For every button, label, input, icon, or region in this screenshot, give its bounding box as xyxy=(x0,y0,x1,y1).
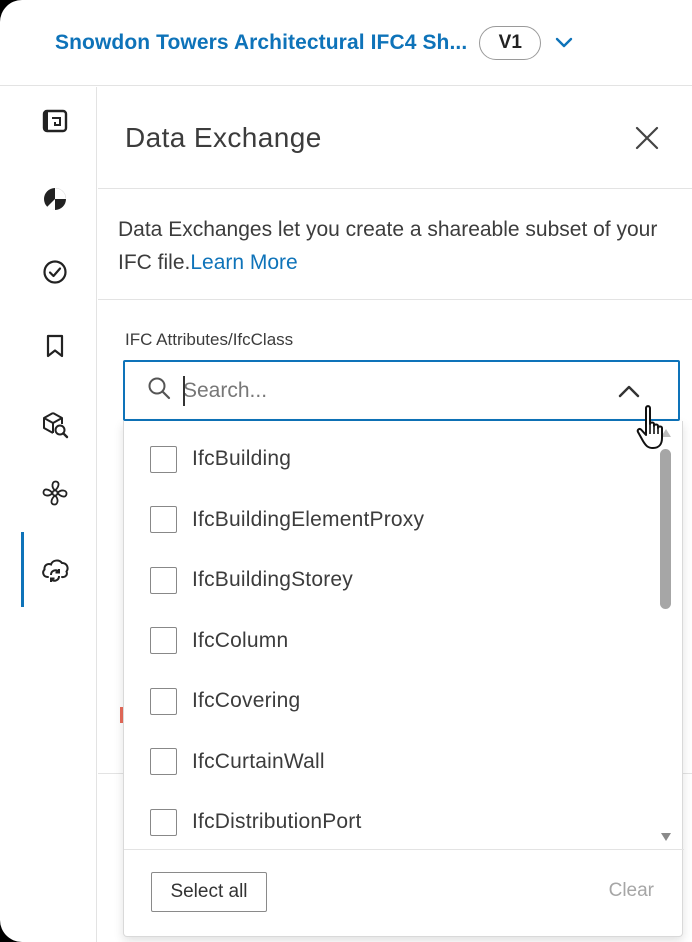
option-label: IfcColumn xyxy=(192,628,289,652)
model-title[interactable]: Snowdon Towers Architectural IFC4 Sh... xyxy=(55,31,467,55)
checkbox[interactable] xyxy=(150,687,177,715)
checkbox[interactable] xyxy=(150,748,177,775)
active-indicator xyxy=(21,532,24,607)
dropdown-footer: Select all Clear xyxy=(124,849,684,937)
option-label: IfcCovering xyxy=(192,689,301,712)
search-input[interactable] xyxy=(183,378,563,403)
checkbox[interactable] xyxy=(150,506,177,533)
text-caret xyxy=(183,376,185,406)
search-icon xyxy=(147,376,171,405)
option-list: IfcBuilding IfcBuildingElementProxy IfcB… xyxy=(124,421,654,849)
checkbox[interactable] xyxy=(150,808,177,836)
sheets-icon xyxy=(42,108,68,139)
select-all-button[interactable]: Select all xyxy=(151,872,267,912)
app-window: Snowdon Towers Architectural IFC4 Sh... … xyxy=(0,0,692,942)
option-ifcdistributionport[interactable]: IfcDistributionPort xyxy=(150,792,362,849)
option-label: IfcBuilding xyxy=(192,447,292,470)
chevron-down-icon[interactable] xyxy=(551,30,577,56)
learn-more-link[interactable]: Learn More xyxy=(190,251,297,274)
option-label: IfcDistributionPort xyxy=(192,810,362,833)
bookmark-icon xyxy=(42,333,68,364)
checkbox[interactable] xyxy=(150,566,177,594)
rail-button-model-browser[interactable] xyxy=(33,179,77,223)
option-ifcbuildingstorey[interactable]: IfcBuildingStorey xyxy=(150,550,353,610)
panel-title: Data Exchange xyxy=(125,121,322,153)
dropdown-scrollbar[interactable] xyxy=(658,429,674,841)
ifc-class-dropdown: IfcBuilding IfcBuildingElementProxy IfcB… xyxy=(123,421,684,937)
option-label: IfcBuildingStorey xyxy=(192,568,353,591)
ifc-class-label: IFC Attributes/IfcClass xyxy=(125,330,294,349)
tool-rail xyxy=(0,87,97,942)
scroll-thumb[interactable] xyxy=(660,449,671,609)
rail-button-model-search[interactable] xyxy=(33,405,77,449)
rail-button-fan[interactable] xyxy=(33,473,77,517)
data-exchange-panel: Data Exchange Data Exchanges let you cre… xyxy=(98,87,692,942)
rail-button-sheets[interactable] xyxy=(33,101,77,145)
model-search-icon xyxy=(41,411,69,444)
ifc-class-search[interactable] xyxy=(123,360,680,421)
version-badge[interactable]: V1 xyxy=(479,25,542,60)
intro-text: Data Exchanges let you create a shareabl… xyxy=(98,189,692,300)
option-ifccurtainwall[interactable]: IfcCurtainWall xyxy=(150,732,325,792)
model-browser-icon xyxy=(42,186,68,217)
checkbox[interactable] xyxy=(150,445,177,473)
fan-icon xyxy=(41,479,69,512)
option-ifccovering[interactable]: IfcCovering xyxy=(150,671,300,731)
option-ifcbuildingelementproxy[interactable]: IfcBuildingElementProxy xyxy=(150,490,424,550)
option-ifcbuilding[interactable]: IfcBuilding xyxy=(150,429,291,489)
scroll-down-arrow-icon[interactable] xyxy=(661,833,671,841)
hand-cursor-icon xyxy=(634,404,674,454)
panel-header: Data Exchange xyxy=(98,87,692,189)
data-exchange-icon xyxy=(40,556,70,589)
close-icon[interactable] xyxy=(632,123,662,153)
option-label: IfcBuildingElementProxy xyxy=(192,507,425,531)
checkbox[interactable] xyxy=(150,627,177,654)
model-header: Snowdon Towers Architectural IFC4 Sh... … xyxy=(0,0,692,86)
option-ifccolumn[interactable]: IfcColumn xyxy=(150,611,288,671)
chevron-up-icon[interactable] xyxy=(616,378,642,404)
rail-button-bookmarks[interactable] xyxy=(33,326,77,370)
clear-button[interactable]: Clear xyxy=(609,880,654,902)
rail-button-issues[interactable] xyxy=(33,252,77,296)
rail-button-data-exchange[interactable] xyxy=(33,550,77,594)
issues-icon xyxy=(42,259,68,290)
option-label: IfcCurtainWall xyxy=(192,749,325,773)
